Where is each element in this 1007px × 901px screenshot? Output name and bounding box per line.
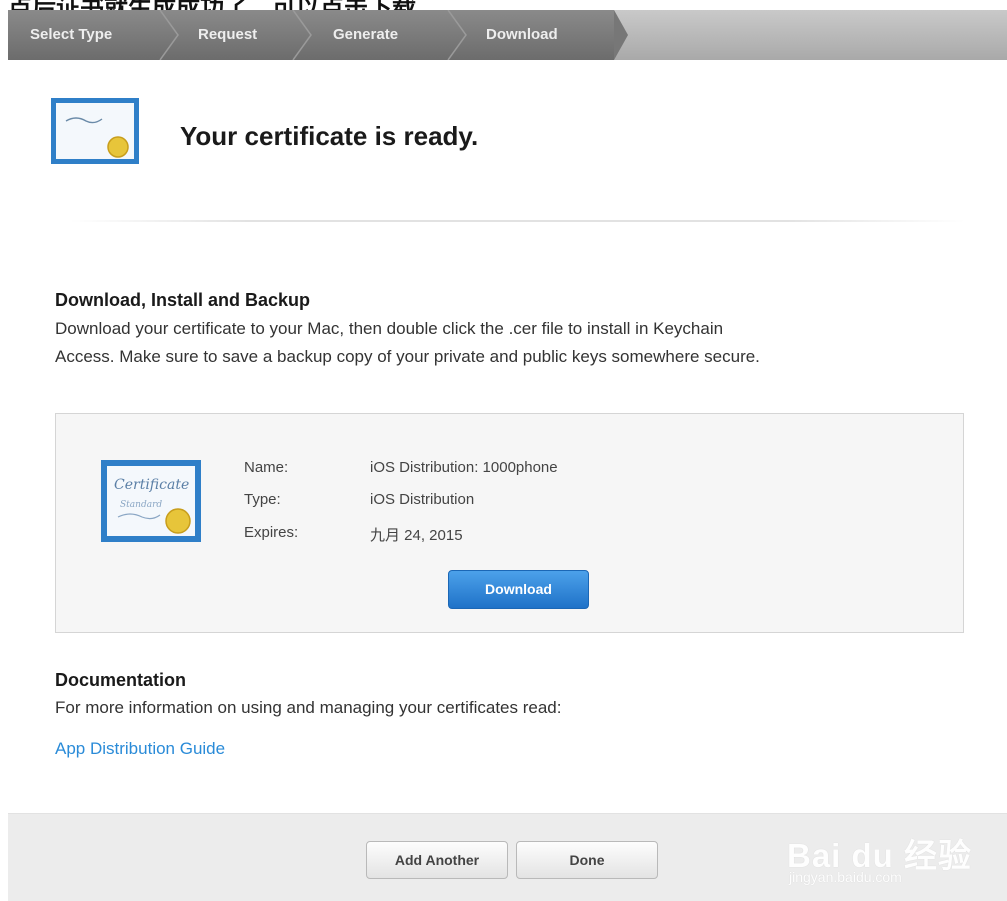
certificate-icon-subtitle: Standard — [120, 500, 162, 510]
certificate-panel: Certificate Standard Name: iOS Distribut… — [55, 413, 964, 633]
app-distribution-guide-link[interactable]: App Distribution Guide — [55, 739, 225, 759]
chevron-separator-icon — [159, 10, 179, 60]
baidu-watermark: Bai du 经验 jingyan.baidu.com — [775, 825, 975, 895]
expires-value: 九月 24, 2015 — [370, 527, 463, 544]
certificate-icon-title: Certificate — [114, 477, 189, 493]
step-select-type: Select Type — [30, 26, 113, 43]
download-instructions-line-1: Download your certificate to your Mac, t… — [55, 319, 724, 338]
documentation-text: For more information on using and managi… — [55, 698, 562, 717]
page-title: Your certificate is ready. — [180, 121, 479, 151]
watermark-sub: jingyan.baidu.com — [789, 869, 902, 885]
download-section-heading: Download, Install and Backup — [55, 290, 311, 310]
expires-label: Expires: — [244, 524, 299, 541]
step-request: Request — [198, 26, 258, 43]
add-another-button[interactable]: Add Another — [366, 841, 508, 879]
name-label: Name: — [244, 459, 289, 476]
chevron-separator-icon — [292, 10, 312, 60]
certificate-icon: Certificate Standard — [101, 460, 201, 542]
step-download: Download — [486, 26, 558, 43]
certificate-icon — [51, 98, 139, 164]
type-label: Type: — [244, 491, 281, 508]
documentation-heading: Documentation — [55, 670, 187, 690]
step-bar: Select Type Request Generate Download — [8, 10, 1007, 60]
done-button[interactable]: Done — [516, 841, 658, 879]
divider — [70, 220, 965, 222]
chevron-separator-icon — [447, 10, 467, 60]
download-button[interactable]: Download — [448, 570, 589, 609]
step-generate: Generate — [333, 26, 399, 43]
type-value: iOS Distribution — [370, 491, 475, 508]
download-instructions-line-2: Access. Make sure to save a backup copy … — [55, 347, 760, 366]
step-bar-arrow — [614, 10, 628, 60]
name-value: iOS Distribution: 1000phone — [370, 459, 558, 476]
